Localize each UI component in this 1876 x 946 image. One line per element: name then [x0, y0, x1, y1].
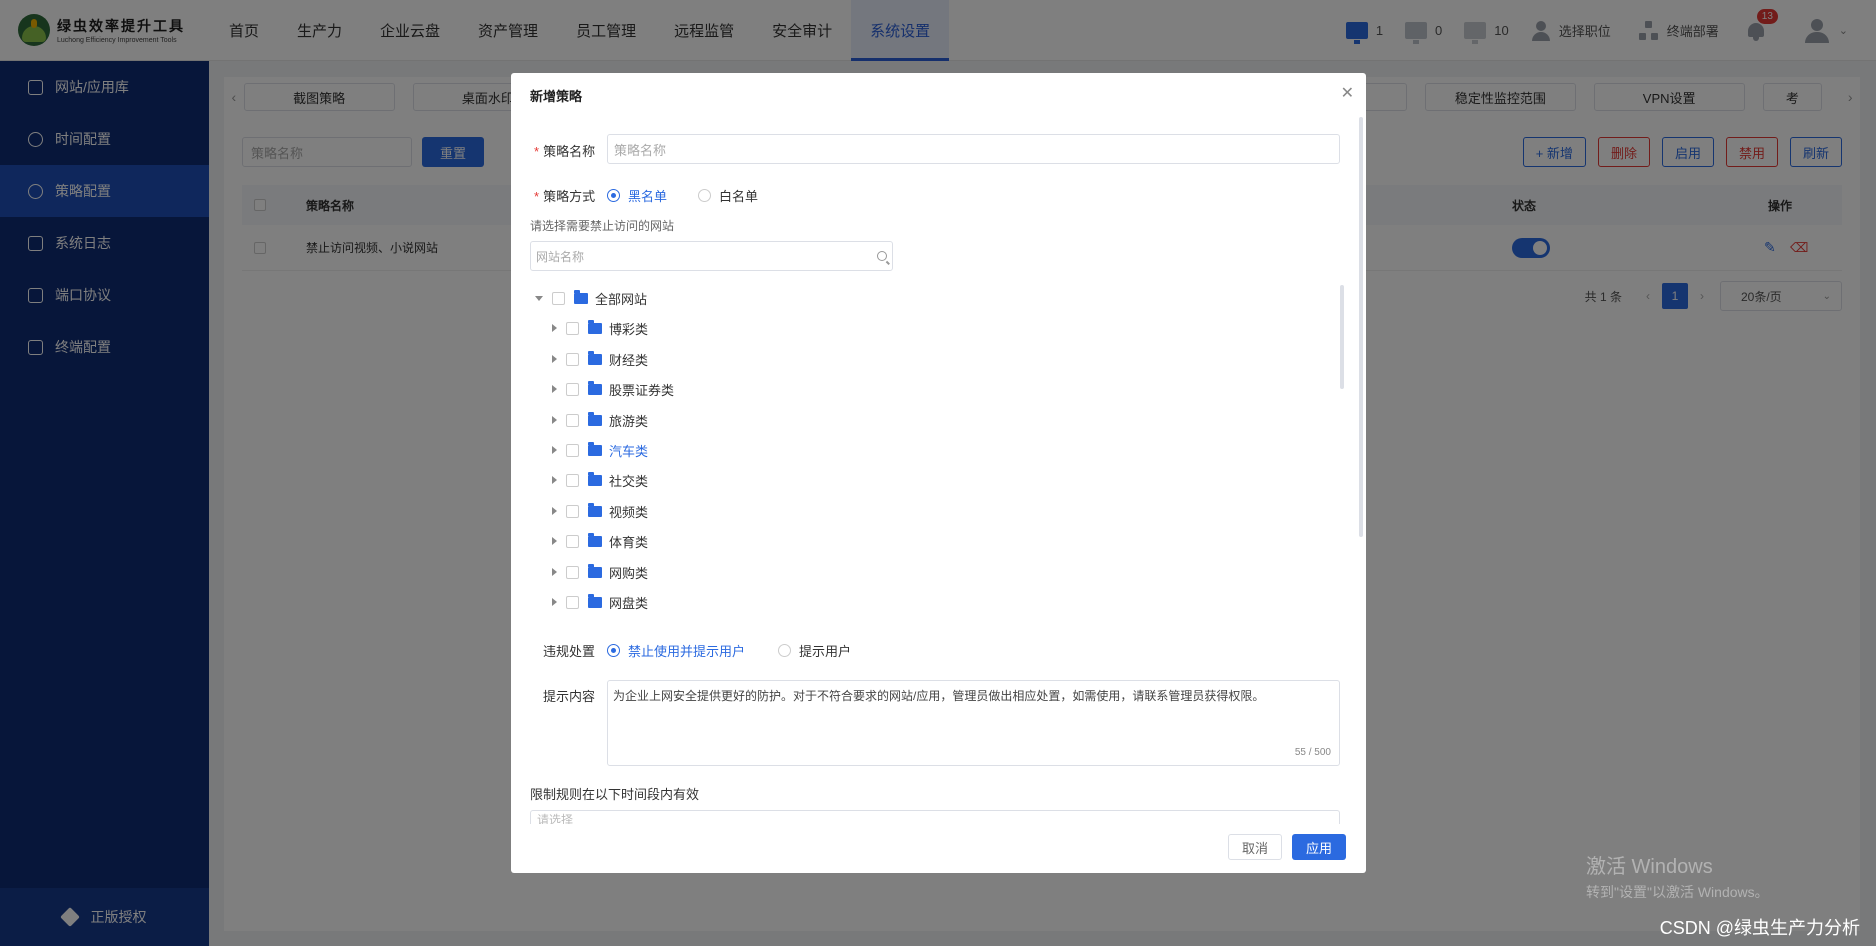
tree-node-gambling[interactable]: 博彩类: [552, 317, 648, 339]
policy-mode-label: * 策略方式: [534, 189, 596, 204]
tree-checkbox[interactable]: [566, 595, 579, 609]
caret-right-icon[interactable]: [552, 476, 557, 484]
windows-activation-watermark: 激活 Windows 转到"设置"以激活 Windows。: [1586, 856, 1769, 900]
folder-icon: [588, 502, 602, 517]
tree-scrollbar[interactable]: [1340, 285, 1344, 389]
csdn-watermark: CSDN @绿虫生产力分析: [1659, 918, 1860, 938]
folder-icon: [574, 289, 588, 304]
folder-icon: [588, 411, 602, 426]
folder-icon: [588, 593, 602, 608]
caret-right-icon[interactable]: [552, 385, 557, 393]
tree-node-auto[interactable]: 汽车类: [552, 439, 648, 461]
folder-icon: [588, 319, 602, 334]
tree-node-social[interactable]: 社交类: [552, 469, 648, 491]
tree-node-netdisk[interactable]: 网盘类: [552, 591, 648, 613]
site-tree: 全部网站 博彩类 财经类 股票证券类 旅游类 汽车类 社交类 视频类 体育类 网…: [530, 281, 1340, 611]
tree-node-root[interactable]: 全部网站: [535, 287, 647, 309]
char-counter: 55 / 500: [1294, 747, 1331, 758]
prompt-label: 提示内容: [543, 689, 596, 704]
close-icon[interactable]: ✕: [1341, 83, 1354, 103]
block-and-notify-radio[interactable]: 禁止使用并提示用户: [607, 641, 745, 660]
tree-node-stocks[interactable]: 股票证券类: [552, 378, 674, 400]
site-select-hint: 请选择需要禁止访问的网站: [530, 219, 675, 233]
tree-checkbox[interactable]: [566, 321, 579, 335]
tree-checkbox[interactable]: [566, 473, 579, 487]
cancel-button[interactable]: 取消: [1228, 834, 1282, 860]
caret-down-icon[interactable]: [535, 295, 543, 301]
time-range-title: 限制规则在以下时间段内有效: [530, 787, 700, 802]
tree-node-travel[interactable]: 旅游类: [552, 409, 648, 431]
caret-right-icon[interactable]: [552, 355, 557, 363]
caret-right-icon[interactable]: [552, 446, 557, 454]
folder-icon: [588, 380, 602, 395]
folder-icon: [588, 471, 602, 486]
policy-name-label: * 策略名称: [534, 144, 596, 159]
site-search-input[interactable]: 网站名称: [530, 241, 893, 271]
tree-checkbox[interactable]: [566, 504, 579, 518]
tree-node-finance[interactable]: 财经类: [552, 348, 648, 370]
folder-icon: [588, 532, 602, 547]
tree-checkbox[interactable]: [566, 352, 579, 366]
tree-node-sports[interactable]: 体育类: [552, 530, 648, 552]
prompt-textarea[interactable]: 为企业上网安全提供更好的防护。对于不符合要求的网站/应用，管理员做出相应处置，如…: [607, 680, 1340, 766]
caret-right-icon[interactable]: [552, 537, 557, 545]
caret-right-icon[interactable]: [552, 324, 557, 332]
tree-node-shopping[interactable]: 网购类: [552, 561, 648, 583]
time-range-select[interactable]: 请选择: [530, 810, 1340, 824]
folder-icon: [588, 350, 602, 365]
blacklist-radio[interactable]: 黑名单: [607, 186, 667, 205]
folder-icon: [588, 563, 602, 578]
caret-right-icon[interactable]: [552, 568, 557, 576]
tree-checkbox[interactable]: [566, 382, 579, 396]
apply-button[interactable]: 应用: [1292, 834, 1346, 860]
policy-name-input[interactable]: 策略名称: [607, 134, 1340, 164]
folder-icon: [588, 441, 602, 456]
caret-right-icon[interactable]: [552, 507, 557, 515]
tree-node-video[interactable]: 视频类: [552, 500, 648, 522]
tree-checkbox[interactable]: [552, 291, 565, 305]
tree-checkbox[interactable]: [566, 534, 579, 548]
whitelist-radio[interactable]: 白名单: [698, 186, 758, 205]
dialog-scrollbar[interactable]: [1359, 117, 1363, 537]
add-policy-dialog: 新增策略 ✕ * 策略名称 策略名称 * 策略方式 黑名单 白名单 请选择需要禁止访…: [511, 73, 1366, 873]
caret-right-icon[interactable]: [552, 416, 557, 424]
violation-label: 违规处置: [543, 644, 596, 659]
tree-checkbox[interactable]: [566, 565, 579, 579]
tree-checkbox[interactable]: [566, 413, 579, 427]
search-icon: [877, 251, 887, 261]
tree-checkbox[interactable]: [566, 443, 579, 457]
caret-right-icon[interactable]: [552, 598, 557, 606]
notify-only-radio[interactable]: 提示用户: [778, 641, 851, 660]
dialog-title: 新增策略: [530, 89, 583, 104]
